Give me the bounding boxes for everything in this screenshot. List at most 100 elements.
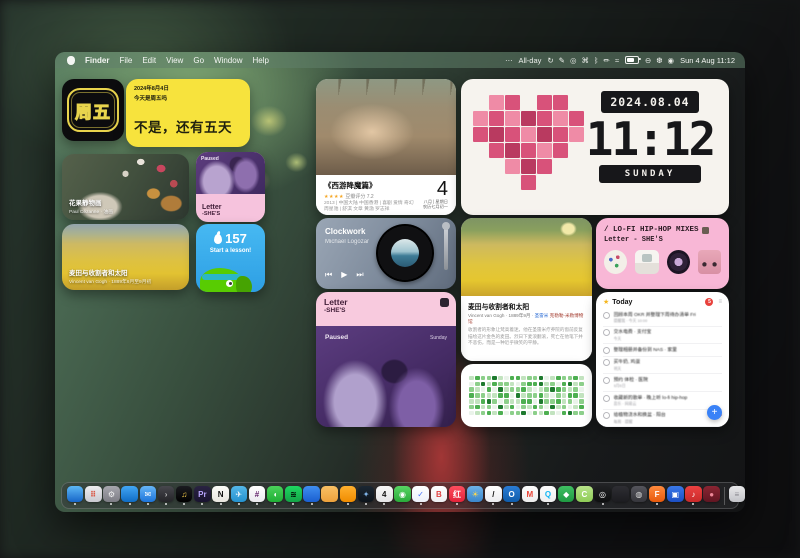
status-icon-status-icons2-0[interactable]: ⊖ <box>645 56 651 65</box>
dock-item-bird-dark[interactable]: ✦ <box>357 486 375 505</box>
reminder-checkbox[interactable] <box>603 359 610 366</box>
contribution-cell[interactable] <box>527 376 532 381</box>
contribution-cell[interactable] <box>544 405 549 410</box>
contribution-cell[interactable] <box>533 411 538 416</box>
contribution-cell[interactable] <box>469 376 474 381</box>
dock-item-chatgpt[interactable]: ◎ <box>593 486 611 505</box>
contribution-cell[interactable] <box>516 393 521 398</box>
contribution-cell[interactable] <box>504 387 509 392</box>
contribution-cell[interactable] <box>469 393 474 398</box>
notion-icon[interactable]: N <box>212 486 229 503</box>
contribution-cell[interactable] <box>498 376 503 381</box>
contribution-cell[interactable] <box>510 387 515 392</box>
contribution-cell[interactable] <box>579 411 584 416</box>
ticktick-icon[interactable]: ✓ <box>412 486 429 503</box>
contribution-cell[interactable] <box>573 411 578 416</box>
reminder-checkbox[interactable] <box>603 412 610 419</box>
telegram-icon[interactable]: ✈ <box>231 486 248 503</box>
contribution-cell[interactable] <box>469 405 474 410</box>
contribution-cell[interactable] <box>550 405 555 410</box>
premiere-icon[interactable]: Pr <box>194 486 211 503</box>
contribution-cell[interactable] <box>562 405 567 410</box>
contribution-cell[interactable] <box>487 405 492 410</box>
contribution-cell[interactable] <box>487 399 492 404</box>
status-icon-status-icons-3[interactable]: ⌘ <box>582 56 590 65</box>
contribution-cell[interactable] <box>487 382 492 387</box>
contribution-cell[interactable] <box>504 382 509 387</box>
contribution-cell[interactable] <box>556 393 561 398</box>
contribution-cell[interactable] <box>568 387 573 392</box>
contribution-cell[interactable] <box>487 411 492 416</box>
app-lime-icon[interactable]: C <box>576 486 593 503</box>
contribution-cell[interactable] <box>521 387 526 392</box>
contribution-cell[interactable] <box>516 376 521 381</box>
contribution-cell[interactable] <box>539 405 544 410</box>
contribution-cell[interactable] <box>544 411 549 416</box>
next-track-button[interactable]: ⏭ <box>356 270 363 280</box>
contribution-cell[interactable] <box>469 411 474 416</box>
boombox-thumb[interactable] <box>698 250 721 274</box>
contribution-cell[interactable] <box>539 399 544 404</box>
apple-menu-icon[interactable] <box>67 56 75 65</box>
contribution-heatmap-widget[interactable] <box>461 364 592 427</box>
contribution-cell[interactable] <box>579 387 584 392</box>
chatgpt-icon[interactable]: ◎ <box>594 486 611 503</box>
contribution-cell[interactable] <box>481 387 486 392</box>
contribution-cell[interactable] <box>504 393 509 398</box>
contribution-cell[interactable] <box>481 411 486 416</box>
contribution-cell[interactable] <box>562 382 567 387</box>
contribution-cell[interactable] <box>573 405 578 410</box>
contribution-cell[interactable] <box>533 405 538 410</box>
music-widget-clockwork[interactable]: Clockwork Michael Logozar ⏮ ▶ ⏭ <box>316 218 456 289</box>
contribution-cell[interactable] <box>568 399 573 404</box>
music-widget-letter-small[interactable]: Paused Letter -SHE'S <box>196 152 265 222</box>
contribution-cell[interactable] <box>562 376 567 381</box>
menu-file[interactable]: File <box>119 56 132 65</box>
dock-item-gmail[interactable]: M <box>521 486 539 505</box>
status-icon-status-icons-2[interactable]: ◎ <box>570 56 577 65</box>
mail-icon[interactable]: ✉ <box>140 486 157 503</box>
contribution-cell[interactable] <box>533 382 538 387</box>
contribution-cell[interactable] <box>475 376 480 381</box>
contribution-cell[interactable] <box>498 411 503 416</box>
contribution-cell[interactable] <box>469 387 474 392</box>
contribution-cell[interactable] <box>544 399 549 404</box>
duolingo-streak-widget[interactable]: 157 Start a lesson! <box>196 224 265 292</box>
dock-item-launchpad[interactable]: ⠿ <box>84 486 102 505</box>
dock-item-settings[interactable]: ⚙ <box>102 486 120 505</box>
contribution-cell[interactable] <box>510 393 515 398</box>
dock-item-notion[interactable]: N <box>212 486 230 505</box>
contribution-cell[interactable] <box>568 382 573 387</box>
netease-music-icon[interactable]: ♪ <box>685 486 702 503</box>
dock-item-facetime[interactable]: ◉ <box>393 486 411 505</box>
contribution-cell[interactable] <box>521 411 526 416</box>
status-icon-status-icons2-2[interactable]: ◉ <box>668 56 675 65</box>
contribution-cell[interactable] <box>539 393 544 398</box>
status-icon-status-icons-5[interactable]: ✏ <box>604 56 610 65</box>
xiaohongshu-icon[interactable]: 红 <box>449 486 466 503</box>
contribution-cell[interactable] <box>516 387 521 392</box>
contribution-cell[interactable] <box>504 376 509 381</box>
reminder-item[interactable]: 给植物浇水和换盆 · 阳台每周 · 提醒7d ago <box>603 410 722 427</box>
reminder-item[interactable]: 收藏新的歌单 · 晚上听 lo-fi hip-hop音乐 · 网易云 <box>603 392 722 410</box>
contribution-cell[interactable] <box>539 387 544 392</box>
contribution-cell[interactable] <box>562 399 567 404</box>
dock-item-wechat[interactable]: ◖ <box>266 486 284 505</box>
dock-item-terminal[interactable]: › <box>157 486 175 505</box>
launchpad-icon[interactable]: ⠿ <box>85 486 102 503</box>
contribution-cell[interactable] <box>544 387 549 392</box>
contribution-cell[interactable] <box>516 411 521 416</box>
contribution-cell[interactable] <box>550 411 555 416</box>
shield-green-icon[interactable]: ◆ <box>558 486 575 503</box>
overflow-icon[interactable]: ⋯ <box>505 56 513 65</box>
contribution-cell[interactable] <box>573 393 578 398</box>
contribution-cell[interactable] <box>475 411 480 416</box>
contribution-cell[interactable] <box>568 393 573 398</box>
battery-icon[interactable] <box>625 56 639 64</box>
contribution-cell[interactable] <box>544 382 549 387</box>
status-icon-status-icons-1[interactable]: ✎ <box>559 56 565 65</box>
app-dark-icon[interactable] <box>612 486 629 503</box>
contribution-cell[interactable] <box>516 399 521 404</box>
contribution-cell[interactable] <box>475 382 480 387</box>
contribution-cell[interactable] <box>487 376 492 381</box>
